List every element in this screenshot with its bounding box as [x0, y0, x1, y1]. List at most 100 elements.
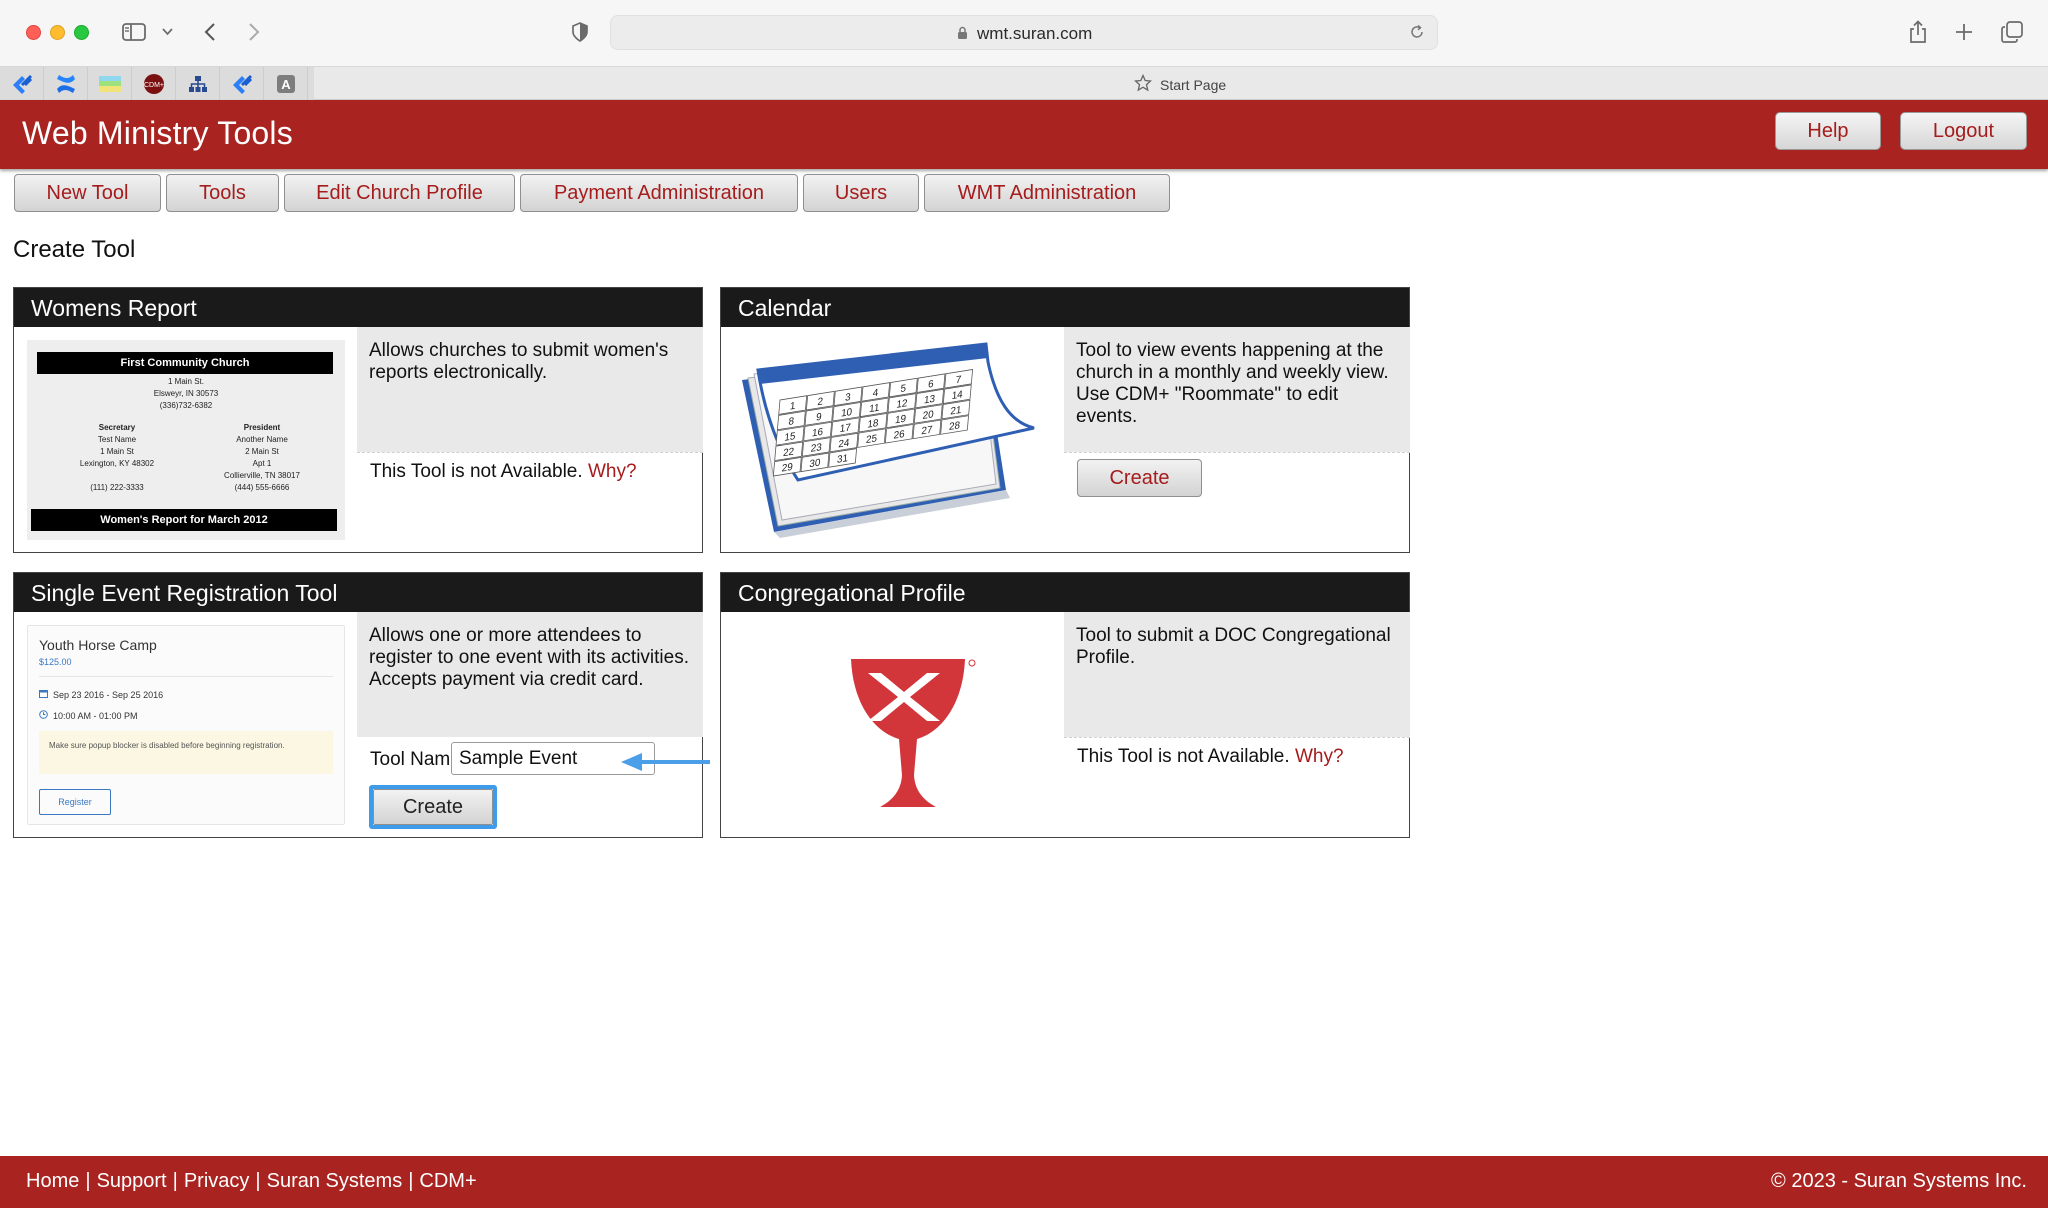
forward-icon[interactable] [244, 18, 264, 46]
card-description: Tool to submit a DOC Congregational Prof… [1064, 612, 1410, 737]
preview-secretary: Secretary Test Name 1 Main St Lexington,… [79, 423, 155, 492]
nav-edit-church-profile[interactable]: Edit Church Profile [284, 174, 515, 212]
url-text: wmt.suran.com [977, 24, 1093, 43]
event-registration-preview: Youth Horse Camp $125.00 Sep 23 2016 - S… [27, 625, 345, 825]
create-button-highlight: Create [369, 785, 497, 829]
cdm-icon[interactable]: CDM+ [132, 67, 176, 100]
share-icon[interactable] [1908, 18, 1928, 46]
privacy-shield-icon[interactable] [570, 18, 590, 46]
tab-overview-icon[interactable] [2000, 18, 2024, 46]
card-title: Calendar [721, 288, 1409, 327]
preview-event-title: Youth Horse Camp [39, 637, 157, 653]
nav-new-tool[interactable]: New Tool [14, 174, 161, 212]
app-title: Web Ministry Tools [22, 115, 293, 151]
footer-link-cdm[interactable]: CDM+ [419, 1170, 476, 1193]
svg-text:29: 29 [781, 462, 793, 475]
help-button[interactable]: Help [1775, 112, 1881, 150]
tool-card-womens-report: Womens Report First Community Church 1 M… [13, 287, 703, 553]
card-description: Allows churches to submit women's report… [357, 327, 703, 452]
confluence-icon[interactable] [44, 67, 88, 100]
preview-register-button: Register [39, 789, 111, 815]
card-title: Single Event Registration Tool [14, 573, 702, 612]
minimize-window-button[interactable] [50, 25, 65, 40]
annotation-arrow-icon [620, 751, 712, 773]
jira-icon[interactable] [0, 67, 44, 100]
card-description: Tool to view events happening at the chu… [1064, 327, 1410, 452]
card-title: Congregational Profile [721, 573, 1409, 612]
address-bar[interactable]: wmt.suran.com [610, 15, 1438, 50]
sidebar-icon[interactable] [121, 18, 147, 46]
footer-link-suran-systems[interactable]: Suran Systems [267, 1170, 403, 1193]
start-page-tab[interactable]: Start Page [1133, 73, 1227, 95]
svg-text:16: 16 [812, 427, 824, 440]
zoom-window-button[interactable] [74, 25, 89, 40]
event-create-button[interactable]: Create [373, 789, 493, 825]
star-icon [1133, 73, 1153, 95]
card-description: Allows one or more attendees to register… [357, 612, 703, 737]
svg-text:21: 21 [950, 405, 962, 418]
preview-president: President Another Name 2 Main St Apt 1 C… [224, 423, 300, 492]
footer-separator: | [255, 1170, 261, 1192]
nav-tools[interactable]: Tools [166, 174, 279, 212]
preview-event-price: $125.00 [39, 657, 72, 667]
lock-icon [957, 26, 968, 45]
back-icon[interactable] [200, 18, 220, 46]
svg-text:11: 11 [869, 402, 881, 415]
main-nav: New Tool Tools Edit Church Profile Payme… [14, 174, 1170, 212]
footer-separator: | [172, 1170, 178, 1192]
jira-icon[interactable] [220, 67, 264, 100]
svg-text:15: 15 [784, 431, 796, 444]
svg-text:20: 20 [922, 409, 934, 422]
tool-card-single-event: Single Event Registration Tool Youth Hor… [13, 572, 703, 838]
why-link[interactable]: Why? [1295, 746, 1344, 767]
close-window-button[interactable] [26, 25, 41, 40]
svg-text:13: 13 [924, 394, 936, 407]
svg-text:18: 18 [867, 418, 879, 431]
clock-icon [39, 710, 48, 721]
new-tab-icon[interactable] [1954, 18, 1974, 46]
card-availability: This Tool is not Available. Why? [357, 452, 703, 552]
svg-text:17: 17 [839, 422, 851, 435]
tool-card-calendar: Calendar 1 2 3 4 5 6 7 8 9 10 11 12 13 14 15 16 17 18 19 20… [720, 287, 1410, 553]
favorites-bar: CDM+ A Start Page [0, 66, 2048, 100]
start-page-label: Start Page [1160, 76, 1227, 93]
nav-users[interactable]: Users [803, 174, 919, 212]
svg-text:24: 24 [838, 438, 850, 451]
reload-icon[interactable] [1409, 24, 1425, 45]
calendar-create-button[interactable]: Create [1077, 459, 1202, 497]
card-title: Womens Report [14, 288, 702, 327]
spreadsheet-icon[interactable] [88, 67, 132, 100]
chevron-down-icon[interactable] [160, 18, 174, 46]
preview-event-dates: Sep 23 2016 - Sep 25 2016 [39, 689, 163, 700]
browser-toolbar: wmt.suran.com [0, 0, 2048, 66]
svg-text:22: 22 [783, 446, 795, 459]
logout-button[interactable]: Logout [1900, 112, 2027, 150]
card-actions: Create [1064, 452, 1410, 552]
nav-payment-administration[interactable]: Payment Administration [520, 174, 798, 212]
copyright: © 2023 - Suran Systems Inc. [1771, 1170, 2027, 1192]
footer-link-privacy[interactable]: Privacy [184, 1170, 250, 1193]
tool-card-congregational-profile: Congregational Profile Tool to submit a … [720, 572, 1410, 838]
footer-links: Home | Support | Privacy | Suran Systems… [26, 1170, 477, 1193]
nav-wmt-administration[interactable]: WMT Administration [924, 174, 1170, 212]
svg-text:12: 12 [896, 398, 908, 411]
unavailable-text: This Tool is not Available. [370, 461, 583, 482]
footer-link-support[interactable]: Support [97, 1170, 167, 1193]
svg-text:28: 28 [948, 420, 960, 433]
preview-event-times: 10:00 AM - 01:00 PM [39, 710, 138, 721]
calendar-preview: 1 2 3 4 5 6 7 8 9 10 11 12 13 14 15 16 17 18 19 20 21 22 23 24 2… [734, 340, 1052, 540]
why-link[interactable]: Why? [588, 461, 637, 482]
sitemap-icon[interactable] [176, 67, 220, 100]
footer-separator: | [85, 1170, 91, 1192]
svg-text:26: 26 [893, 429, 905, 442]
svg-text:10: 10 [841, 407, 853, 420]
preview-church-name: First Community Church [37, 352, 333, 374]
page-title: Create Tool [13, 236, 136, 263]
svg-text:19: 19 [895, 413, 907, 426]
preview-popup-note: Make sure popup blocker is disabled befo… [39, 731, 333, 774]
font-app-icon[interactable]: A [264, 67, 308, 100]
unavailable-text: This Tool is not Available. [1077, 746, 1290, 767]
womens-report-preview: First Community Church 1 Main St. Elswey… [27, 340, 345, 540]
svg-text:31: 31 [837, 453, 849, 466]
footer-link-home[interactable]: Home [26, 1170, 79, 1193]
